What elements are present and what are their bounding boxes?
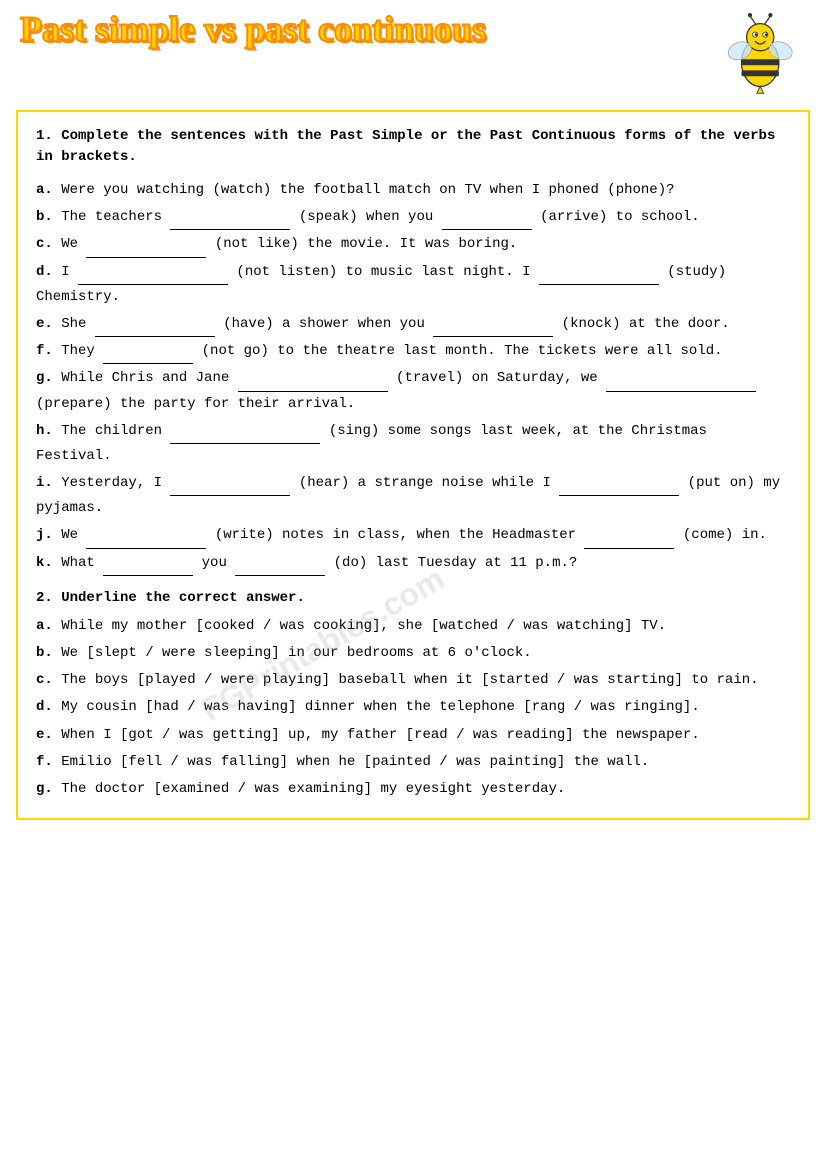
- blank-c1: [86, 242, 206, 258]
- blank-f1: [103, 348, 193, 364]
- blank-k2: [235, 560, 325, 576]
- blank-j1: [86, 533, 206, 549]
- page-header: Past simple vs past continuous: [10, 10, 816, 100]
- section2-title: 2. Underline the correct answer.: [36, 590, 790, 606]
- section2-number: 2.: [36, 590, 61, 606]
- blank-b1: [170, 214, 290, 230]
- sentence-e: e. She (have) a shower when you (knock) …: [36, 312, 790, 337]
- main-content-box: 1. Complete the sentences with the Past …: [16, 110, 810, 820]
- sentence-k: k. What you (do) last Tuesday at 11 p.m.…: [36, 551, 790, 576]
- s2-sentence-f: f. Emilio [fell / was falling] when he […: [36, 750, 790, 775]
- s2-sentence-d: d. My cousin [had / was having] dinner w…: [36, 695, 790, 720]
- blank-d2: [539, 269, 659, 285]
- sentence-j: j. We (write) notes in class, when the H…: [36, 523, 790, 548]
- s2-sentence-a: a. While my mother [cooked / was cooking…: [36, 614, 790, 639]
- sentence-i: i. Yesterday, I (hear) a strange noise w…: [36, 471, 790, 521]
- section1-number: 1.: [36, 128, 61, 144]
- sentence-c: c. We (not like) the movie. It was borin…: [36, 232, 790, 257]
- blank-g1: [238, 376, 388, 392]
- blank-j2: [584, 533, 674, 549]
- sentence-d: d. I (not listen) to music last night. I…: [36, 260, 790, 310]
- blank-e1: [95, 321, 215, 337]
- s2-sentence-b: b. We [slept / were sleeping] in our bed…: [36, 641, 790, 666]
- sentence-h: h. The children (sing) some songs last w…: [36, 419, 790, 469]
- content-wrapper: 1. Complete the sentences with the Past …: [36, 126, 790, 802]
- section1-title: 1. Complete the sentences with the Past …: [36, 126, 790, 168]
- blank-i2: [559, 480, 679, 496]
- sentence-a: a. Were you watching (watch) the footbal…: [36, 178, 790, 203]
- blank-g2: [606, 376, 756, 392]
- blank-h1: [170, 428, 320, 444]
- sentence-f: f. They (not go) to the theatre last mon…: [36, 339, 790, 364]
- s2-sentence-e: e. When I [got / was getting] up, my fat…: [36, 723, 790, 748]
- blank-e2: [433, 321, 553, 337]
- sentence-b: b. The teachers (speak) when you (arrive…: [36, 205, 790, 230]
- section1-instruction: Complete the sentences with the Past Sim…: [36, 128, 775, 165]
- bee-illustration: [716, 10, 806, 100]
- blank-d1: [78, 269, 228, 285]
- blank-i1: [170, 480, 290, 496]
- s2-sentence-c: c. The boys [played / were playing] base…: [36, 668, 790, 693]
- sentence-g: g. While Chris and Jane (travel) on Satu…: [36, 366, 790, 416]
- s2-sentence-g: g. The doctor [examined / was examining]…: [36, 777, 790, 802]
- blank-k1: [103, 560, 193, 576]
- blank-b2: [442, 214, 532, 230]
- page-title: Past simple vs past continuous: [20, 10, 486, 50]
- section2-instruction: Underline the correct answer.: [61, 590, 305, 606]
